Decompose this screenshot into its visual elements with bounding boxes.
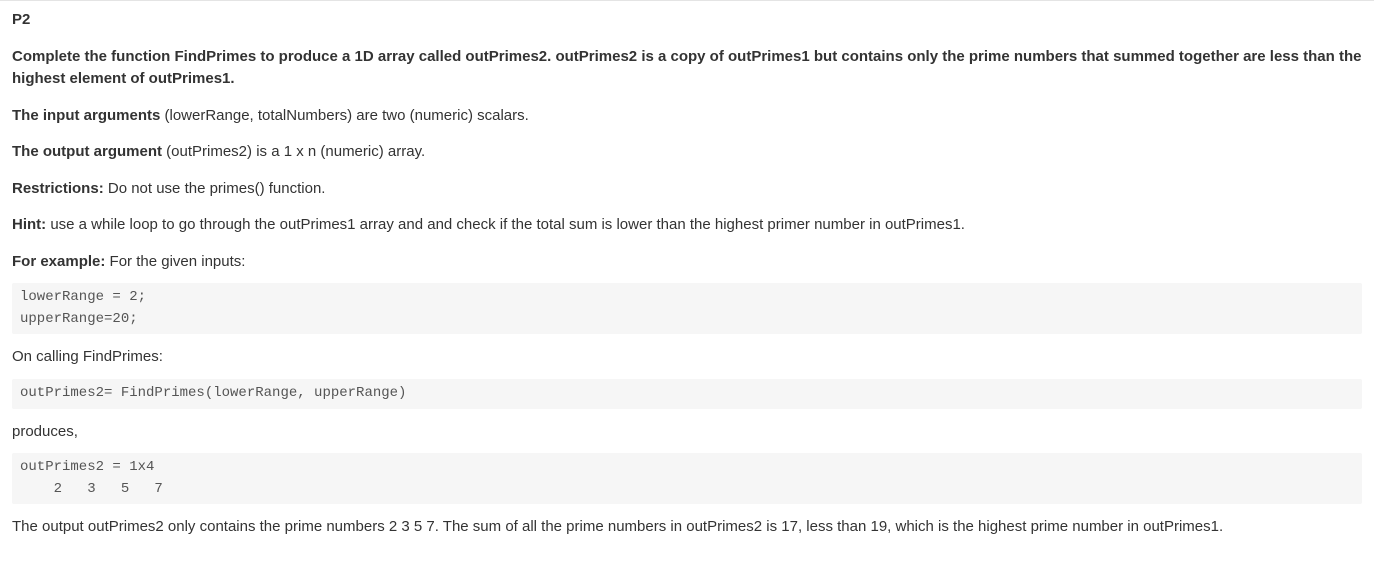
explanation-paragraph: The output outPrimes2 only contains the … bbox=[12, 516, 1362, 539]
restrictions-paragraph: Restrictions: Do not use the primes() fu… bbox=[12, 178, 1362, 201]
hint-label: Hint: bbox=[12, 216, 46, 233]
intro-text: Complete the function FindPrimes to prod… bbox=[12, 48, 1361, 88]
input-args-label: The input arguments bbox=[12, 107, 160, 124]
example-label-paragraph: For example: For the given inputs: bbox=[12, 251, 1362, 274]
code-block-inputs: lowerRange = 2; upperRange=20; bbox=[12, 283, 1362, 334]
produces-paragraph: produces, bbox=[12, 421, 1362, 444]
problem-container: P2 Complete the function FindPrimes to p… bbox=[0, 0, 1374, 557]
input-args-paragraph: The input arguments (lowerRange, totalNu… bbox=[12, 105, 1362, 128]
example-label: For example: bbox=[12, 253, 105, 270]
code-block-call: outPrimes2= FindPrimes(lowerRange, upper… bbox=[12, 379, 1362, 409]
on-calling-paragraph: On calling FindPrimes: bbox=[12, 346, 1362, 369]
example-label-rest: For the given inputs: bbox=[105, 253, 245, 270]
output-arg-paragraph: The output argument (outPrimes2) is a 1 … bbox=[12, 141, 1362, 164]
hint-rest: use a while loop to go through the outPr… bbox=[46, 216, 965, 233]
code-block-output: outPrimes2 = 1x4 2 3 5 7 bbox=[12, 453, 1362, 504]
section-heading: P2 bbox=[12, 9, 1362, 32]
restrictions-rest: Do not use the primes() function. bbox=[104, 180, 326, 197]
restrictions-label: Restrictions: bbox=[12, 180, 104, 197]
section-heading-text: P2 bbox=[12, 11, 30, 28]
hint-paragraph: Hint: use a while loop to go through the… bbox=[12, 214, 1362, 237]
output-arg-rest: (outPrimes2) is a 1 x n (numeric) array. bbox=[162, 143, 425, 160]
output-arg-label: The output argument bbox=[12, 143, 162, 160]
input-args-rest: (lowerRange, totalNumbers) are two (nume… bbox=[160, 107, 528, 124]
intro-paragraph: Complete the function FindPrimes to prod… bbox=[12, 46, 1362, 91]
